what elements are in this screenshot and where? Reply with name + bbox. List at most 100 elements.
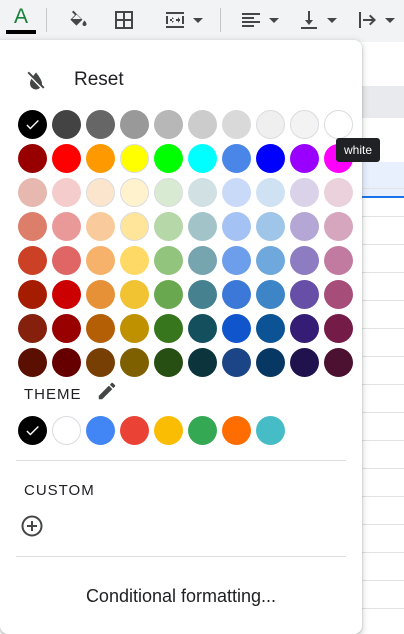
fill-color-icon <box>70 10 87 26</box>
theme-color-swatch[interactable] <box>86 416 115 445</box>
color-swatch[interactable] <box>120 144 149 173</box>
color-swatch[interactable] <box>324 178 353 207</box>
theme-color-swatch[interactable] <box>154 416 183 445</box>
color-swatch[interactable] <box>188 314 217 343</box>
color-swatch[interactable] <box>120 314 149 343</box>
color-swatch[interactable] <box>18 280 47 309</box>
color-swatch[interactable] <box>324 314 353 343</box>
color-swatch[interactable] <box>86 212 115 241</box>
color-swatch[interactable] <box>86 314 115 343</box>
color-swatch[interactable] <box>154 178 183 207</box>
color-swatch[interactable] <box>188 144 217 173</box>
borders-button[interactable] <box>108 4 140 36</box>
color-swatch[interactable] <box>256 280 285 309</box>
color-swatch[interactable] <box>222 348 251 377</box>
color-swatch[interactable] <box>120 110 149 139</box>
color-swatch[interactable] <box>86 144 115 173</box>
color-swatch[interactable] <box>222 178 251 207</box>
conditional-formatting-button[interactable]: Conditional formatting... <box>0 576 362 616</box>
text-color-button[interactable]: A <box>4 4 38 36</box>
color-swatch[interactable] <box>18 348 47 377</box>
pencil-icon[interactable] <box>96 380 118 402</box>
color-swatch[interactable] <box>290 280 319 309</box>
color-swatch[interactable] <box>86 246 115 275</box>
text-wrapping-button[interactable] <box>350 4 400 36</box>
color-swatch[interactable] <box>256 246 285 275</box>
theme-color-swatch[interactable] <box>188 416 217 445</box>
color-swatch[interactable] <box>290 348 319 377</box>
color-swatch[interactable] <box>290 144 319 173</box>
color-swatch[interactable] <box>188 178 217 207</box>
color-swatch[interactable] <box>256 348 285 377</box>
color-swatch[interactable] <box>222 314 251 343</box>
color-swatch[interactable] <box>86 348 115 377</box>
color-swatch[interactable] <box>52 280 81 309</box>
color-swatch[interactable] <box>120 348 149 377</box>
color-swatch[interactable] <box>222 144 251 173</box>
fill-color-button[interactable] <box>62 4 94 36</box>
color-swatch[interactable] <box>324 212 353 241</box>
color-swatch[interactable] <box>86 110 115 139</box>
color-swatch[interactable] <box>188 280 217 309</box>
merge-cells-button[interactable] <box>154 4 212 36</box>
theme-color-swatch[interactable] <box>256 416 285 445</box>
color-swatch[interactable] <box>120 178 149 207</box>
color-swatch[interactable] <box>222 212 251 241</box>
color-swatch[interactable] <box>18 178 47 207</box>
add-custom-color-icon[interactable] <box>20 514 44 538</box>
color-swatch[interactable] <box>18 144 47 173</box>
color-swatch[interactable] <box>154 144 183 173</box>
color-swatch[interactable] <box>256 144 285 173</box>
color-swatch[interactable] <box>222 280 251 309</box>
color-swatch[interactable] <box>154 110 183 139</box>
color-swatch[interactable] <box>256 314 285 343</box>
color-swatch[interactable] <box>154 212 183 241</box>
color-swatch[interactable] <box>154 314 183 343</box>
color-swatch[interactable] <box>52 348 81 377</box>
color-swatch[interactable] <box>86 178 115 207</box>
color-swatch[interactable] <box>256 212 285 241</box>
color-swatch[interactable] <box>18 212 47 241</box>
color-swatch[interactable] <box>154 348 183 377</box>
color-swatch[interactable] <box>256 178 285 207</box>
color-swatch[interactable] <box>18 246 47 275</box>
color-swatch[interactable] <box>120 212 149 241</box>
theme-color-swatch[interactable] <box>222 416 251 445</box>
theme-color-swatch[interactable] <box>120 416 149 445</box>
color-swatch[interactable] <box>188 348 217 377</box>
color-swatch[interactable] <box>52 246 81 275</box>
chevron-down-icon <box>269 17 279 23</box>
color-swatch[interactable] <box>290 246 319 275</box>
color-swatch[interactable] <box>154 246 183 275</box>
color-swatch[interactable] <box>18 110 47 139</box>
color-swatch[interactable] <box>290 110 319 139</box>
color-swatch[interactable] <box>52 212 81 241</box>
color-swatch[interactable] <box>324 280 353 309</box>
color-swatch[interactable] <box>290 314 319 343</box>
color-swatch[interactable] <box>188 246 217 275</box>
horizontal-align-button[interactable] <box>236 4 282 36</box>
color-swatch[interactable] <box>52 110 81 139</box>
color-swatch[interactable] <box>290 178 319 207</box>
color-swatch[interactable] <box>120 280 149 309</box>
color-swatch[interactable] <box>154 280 183 309</box>
color-swatch[interactable] <box>256 110 285 139</box>
color-swatch[interactable] <box>18 314 47 343</box>
color-swatch[interactable] <box>324 348 353 377</box>
color-swatch[interactable] <box>52 144 81 173</box>
color-swatch[interactable] <box>290 212 319 241</box>
theme-color-swatch[interactable] <box>52 416 81 445</box>
theme-color-swatch[interactable] <box>18 416 47 445</box>
color-swatch[interactable] <box>324 110 353 139</box>
color-swatch[interactable] <box>222 246 251 275</box>
color-swatch[interactable] <box>120 246 149 275</box>
vertical-align-button[interactable] <box>294 4 340 36</box>
color-swatch[interactable] <box>324 246 353 275</box>
color-swatch[interactable] <box>222 110 251 139</box>
color-swatch[interactable] <box>188 212 217 241</box>
color-swatch[interactable] <box>52 314 81 343</box>
color-swatch[interactable] <box>188 110 217 139</box>
reset-button[interactable]: Reset <box>0 62 362 98</box>
color-swatch[interactable] <box>52 178 81 207</box>
color-swatch[interactable] <box>86 280 115 309</box>
